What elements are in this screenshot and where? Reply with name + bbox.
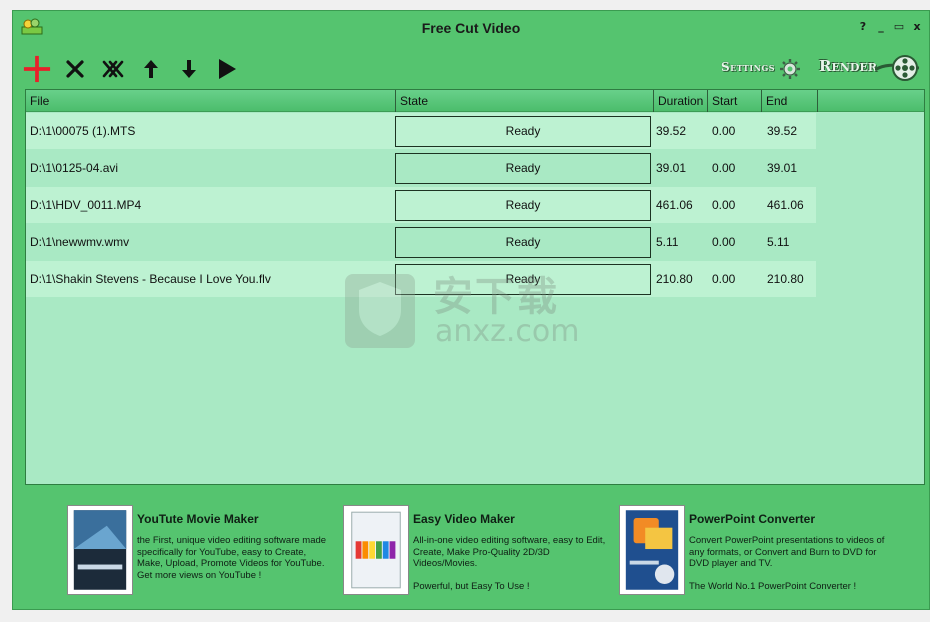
column-header-end[interactable]: End (762, 90, 818, 112)
cell-start: 0.00 (712, 124, 736, 138)
cell-state: Ready (395, 153, 651, 184)
cell-file: D:\1\00075 (1).MTS (30, 124, 136, 138)
table-row[interactable]: D:\1\newwmv.wmv Ready 5.11 0.00 5.11 (26, 224, 816, 260)
title-bar[interactable]: Free Cut Video ? _ ▭ x (13, 11, 929, 45)
play-icon (219, 59, 236, 79)
cell-state: Ready (395, 190, 651, 221)
play-button[interactable] (213, 55, 241, 83)
table-row[interactable]: D:\1\00075 (1).MTS Ready 39.52 0.00 39.5… (26, 113, 816, 149)
cell-file: D:\1\newwmv.wmv (30, 235, 130, 249)
cell-start: 0.00 (712, 161, 736, 175)
cell-duration: 210.80 (656, 272, 693, 286)
powerpoint-converter-box-icon (619, 505, 685, 595)
promo-bar: YouTute Movie Maker the First, unique vi… (13, 505, 929, 605)
cell-duration: 39.52 (656, 124, 687, 138)
remove-icon (66, 60, 84, 78)
cell-end: 39.01 (767, 161, 798, 175)
table-row[interactable]: D:\1\0125-04.avi Ready 39.01 0.00 39.01 (26, 150, 816, 186)
plus-icon (23, 55, 51, 83)
minimize-button[interactable]: _ (875, 20, 887, 33)
cell-state: Ready (395, 264, 651, 295)
promo-title: Easy Video Maker (413, 512, 515, 526)
promo-powerpoint-converter[interactable]: PowerPoint Converter Convert PowerPoint … (619, 505, 889, 600)
column-header-start[interactable]: Start (708, 90, 762, 112)
window-title: Free Cut Video (421, 20, 521, 36)
promo-title: PowerPoint Converter (689, 512, 816, 526)
toolbar (23, 51, 241, 87)
cell-start: 0.00 (712, 272, 736, 286)
cell-file: D:\1\HDV_0011.MP4 (30, 198, 142, 212)
table-row[interactable]: D:\1\Shakin Stevens - Because I Love You… (26, 261, 816, 297)
easy-video-maker-box-icon (343, 505, 409, 595)
column-header-file[interactable]: File (26, 90, 396, 112)
cell-duration: 39.01 (656, 161, 687, 175)
film-reel-icon (875, 55, 919, 81)
cell-state: Ready (395, 116, 651, 147)
cell-end: 461.06 (767, 198, 804, 212)
promo-title: YouTute Movie Maker (137, 512, 259, 526)
file-list[interactable]: File State Duration Start End D:\1\00075… (25, 89, 925, 485)
add-file-button[interactable] (23, 55, 51, 83)
move-down-button[interactable] (175, 55, 203, 83)
promo-description: the First, unique video editing software… (137, 535, 327, 581)
list-header: File State Duration Start End (26, 90, 924, 112)
column-header-duration[interactable]: Duration (654, 90, 708, 112)
cell-duration: 5.11 (656, 235, 679, 249)
restore-button[interactable]: ▭ (893, 20, 905, 33)
cell-file: D:\1\Shakin Stevens - Because I Love You… (30, 272, 271, 286)
youtube-movie-maker-box-icon (67, 505, 133, 595)
move-down-icon (182, 60, 196, 78)
move-up-icon (144, 60, 158, 78)
remove-all-button[interactable] (99, 55, 127, 83)
cell-start: 0.00 (712, 198, 736, 212)
window-controls: ? _ ▭ x (857, 20, 923, 33)
render-button[interactable]: Render (817, 53, 921, 83)
help-button[interactable]: ? (857, 20, 869, 33)
cell-end: 5.11 (767, 235, 790, 249)
settings-label: Settings (721, 60, 776, 74)
promo-description: All-in-one video editing software, easy … (413, 535, 606, 592)
cell-start: 0.00 (712, 235, 736, 249)
table-row[interactable]: D:\1\HDV_0011.MP4 Ready 461.06 0.00 461.… (26, 187, 816, 223)
main-window: Free Cut Video ? _ ▭ x Settings Render F… (12, 10, 930, 610)
cell-duration: 461.06 (656, 198, 693, 212)
move-up-button[interactable] (137, 55, 165, 83)
cell-file: D:\1\0125-04.avi (30, 161, 119, 175)
promo-description: Convert PowerPoint presentations to vide… (689, 535, 885, 592)
column-header-state[interactable]: State (396, 90, 654, 112)
gear-icon (780, 59, 800, 79)
close-button[interactable]: x (911, 20, 923, 33)
promo-easy-video-maker[interactable]: Easy Video Maker All-in-one video editin… (343, 505, 613, 600)
cell-state: Ready (395, 227, 651, 258)
settings-button[interactable]: Settings (721, 58, 801, 82)
remove-all-icon (102, 60, 124, 78)
promo-youtube-movie-maker[interactable]: YouTute Movie Maker the First, unique vi… (67, 505, 337, 600)
render-label: Render (819, 57, 877, 75)
cell-end: 39.52 (767, 124, 798, 138)
remove-file-button[interactable] (61, 55, 89, 83)
cell-end: 210.80 (767, 272, 804, 286)
